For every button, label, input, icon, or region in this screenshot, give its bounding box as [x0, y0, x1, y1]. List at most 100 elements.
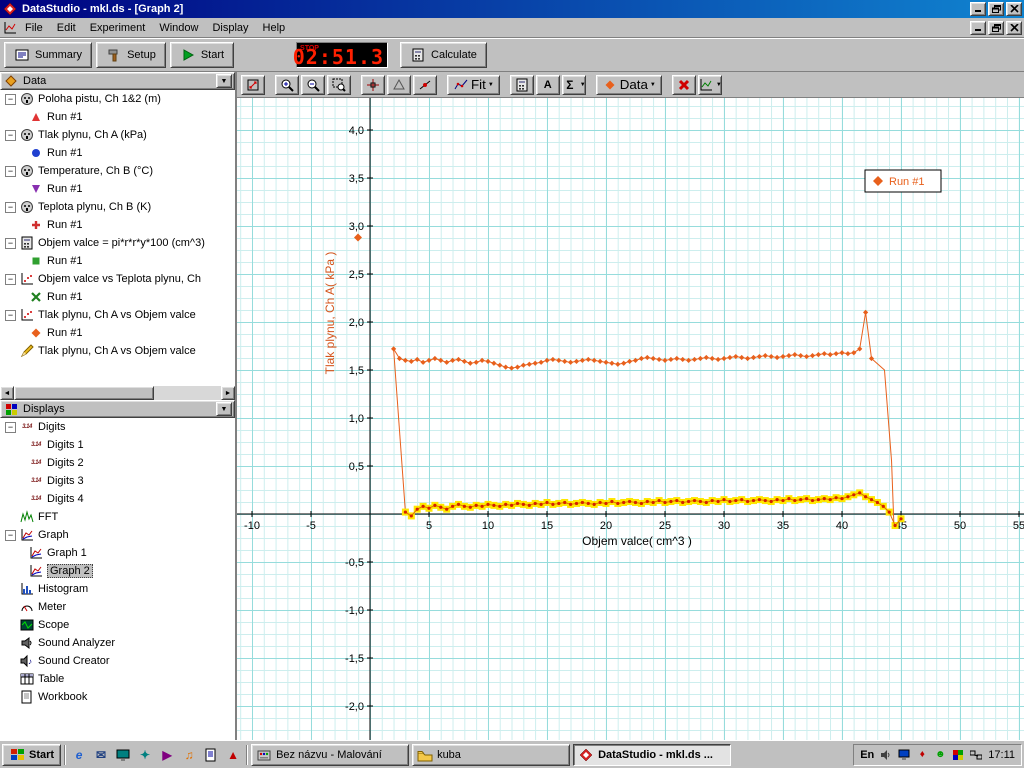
expand-box[interactable]: − — [5, 238, 16, 249]
graph-settings-button[interactable]: ▼ — [698, 75, 722, 95]
hscroll-right-button[interactable]: ► — [221, 386, 235, 400]
display-item[interactable]: −Graph — [0, 526, 235, 544]
menu-experiment[interactable]: Experiment — [83, 19, 153, 37]
start-menu-button[interactable]: Start — [2, 744, 61, 766]
summary-button[interactable]: Summary — [4, 42, 92, 68]
hscroll-left-button[interactable]: ◄ — [0, 386, 14, 400]
display-label: Table — [38, 673, 64, 685]
scale-to-fit-button[interactable] — [241, 75, 265, 95]
tray-network-icon[interactable] — [968, 748, 984, 762]
display-child-item[interactable]: Graph 2 — [0, 562, 235, 580]
restore-button[interactable] — [988, 2, 1004, 16]
display-child-item[interactable]: 3.14Digits 3 — [0, 472, 235, 490]
fit-menu-button[interactable]: Fit▼ — [447, 75, 500, 95]
zoom-select-button[interactable] — [327, 75, 351, 95]
display-item[interactable]: −3.14Digits — [0, 418, 235, 436]
display-item[interactable]: FFT — [0, 508, 235, 526]
zoom-out-button[interactable] — [301, 75, 325, 95]
run-item[interactable]: Run #1 — [0, 144, 235, 162]
expand-box[interactable]: − — [5, 530, 16, 541]
hscroll-thumb[interactable] — [14, 386, 154, 400]
data-source-item[interactable]: −Temperature, Ch B (°C) — [0, 162, 235, 180]
quick-launch-desktop-icon[interactable] — [113, 745, 133, 765]
run-item[interactable]: Run #1 — [0, 288, 235, 306]
expand-box[interactable]: − — [5, 202, 16, 213]
tray-messenger-icon[interactable]: ☻ — [932, 748, 948, 762]
task-button[interactable]: DataStudio - mkl.ds ... — [573, 744, 731, 766]
data-source-item[interactable]: −Teplota plynu, Ch B (K) — [0, 198, 235, 216]
expand-box[interactable]: − — [5, 310, 16, 321]
menu-display[interactable]: Display — [205, 19, 255, 37]
run-item[interactable]: Run #1 — [0, 252, 235, 270]
delete-button[interactable] — [672, 75, 696, 95]
display-item[interactable]: Meter — [0, 598, 235, 616]
expand-box[interactable]: − — [5, 422, 16, 433]
quick-launch-ie-icon[interactable]: e — [69, 745, 89, 765]
child-restore-button[interactable] — [988, 21, 1004, 35]
display-child-item[interactable]: Graph 1 — [0, 544, 235, 562]
quick-launch-outlook-icon[interactable]: ✉ — [91, 745, 111, 765]
data-source-item[interactable]: −Objem valce = pi*r*r*y*100 (cm^3) — [0, 234, 235, 252]
quick-launch-winamp-icon[interactable]: ♫ — [179, 745, 199, 765]
setup-button[interactable]: Setup — [96, 42, 166, 68]
quick-launch-media-icon[interactable]: ▶ — [157, 745, 177, 765]
display-child-item[interactable]: 3.14Digits 1 — [0, 436, 235, 454]
text-tool-button[interactable]: A — [536, 75, 560, 95]
calculate-button[interactable]: Calculate — [400, 42, 487, 68]
expand-box[interactable]: − — [5, 166, 16, 177]
display-item[interactable]: Sound Analyzer — [0, 634, 235, 652]
child-minimize-button[interactable] — [970, 21, 986, 35]
tray-color-icon[interactable] — [950, 748, 966, 762]
task-button[interactable]: kuba — [412, 744, 570, 766]
display-item[interactable]: Histogram — [0, 580, 235, 598]
data-source-item[interactable]: −Poloha pistu, Ch 1&2 (m) — [0, 90, 235, 108]
menu-help[interactable]: Help — [256, 19, 293, 37]
display-child-item[interactable]: 3.14Digits 2 — [0, 454, 235, 472]
display-child-item[interactable]: 3.14Digits 4 — [0, 490, 235, 508]
display-item[interactable]: ♪Sound Creator — [0, 652, 235, 670]
display-item[interactable]: Workbook — [0, 688, 235, 706]
data-menu-button[interactable]: Data▼ — [596, 75, 662, 95]
expand-box[interactable]: − — [5, 274, 16, 285]
data-source-item[interactable]: Tlak plynu, Ch A vs Objem valce — [0, 342, 235, 360]
data-source-item[interactable]: −Tlak plynu, Ch A vs Objem valce — [0, 306, 235, 324]
child-close-button[interactable] — [1006, 21, 1022, 35]
displays-panel-title: Displays — [23, 403, 65, 415]
tray-volume-icon[interactable] — [878, 748, 894, 762]
expand-box[interactable]: − — [5, 94, 16, 105]
start-button[interactable]: Start — [170, 42, 234, 68]
delta-tool-button[interactable] — [387, 75, 411, 95]
menu-window[interactable]: Window — [152, 19, 205, 37]
data-source-item[interactable]: −Objem valce vs Teplota plynu, Ch — [0, 270, 235, 288]
expand-box[interactable]: − — [5, 130, 16, 141]
data-panel-dropdown-button[interactable]: ▼ — [216, 74, 232, 88]
quick-launch-notes-icon[interactable] — [201, 745, 221, 765]
run-item[interactable]: Run #1 — [0, 216, 235, 234]
quick-launch-channels-icon[interactable]: ✦ — [135, 745, 155, 765]
run-item[interactable]: Run #1 — [0, 324, 235, 342]
run-item[interactable]: Run #1 — [0, 108, 235, 126]
menu-file[interactable]: File — [18, 19, 50, 37]
minimize-button[interactable] — [970, 2, 986, 16]
zoom-in-button[interactable] — [275, 75, 299, 95]
slope-tool-button[interactable] — [413, 75, 437, 95]
tray-display-icon[interactable] — [896, 748, 912, 762]
smart-tool-button[interactable] — [361, 75, 385, 95]
graph-canvas[interactable]: -10-55101520253035404550554,03,53,02,52,… — [237, 98, 1024, 740]
graph-plot-area[interactable]: -10-55101520253035404550554,03,53,02,52,… — [237, 98, 1024, 740]
task-button[interactable]: Bez názvu - Malování — [251, 744, 409, 766]
display-item[interactable]: Table — [0, 670, 235, 688]
data-source-item[interactable]: −Tlak plynu, Ch A (kPa) — [0, 126, 235, 144]
calculate-tool-button[interactable] — [510, 75, 534, 95]
run-item[interactable]: Run #1 — [0, 180, 235, 198]
close-button[interactable] — [1006, 2, 1022, 16]
quick-launch-acrobat-icon[interactable]: ▲ — [223, 745, 243, 765]
keyboard-layout-indicator[interactable]: En — [860, 749, 874, 761]
menu-edit[interactable]: Edit — [50, 19, 83, 37]
displays-panel-dropdown-button[interactable]: ▼ — [216, 402, 232, 416]
hscroll-track[interactable] — [154, 386, 221, 400]
tray-shield-icon[interactable]: ♦ — [914, 748, 930, 762]
legend[interactable]: Run #1 — [865, 170, 941, 192]
display-item[interactable]: Scope — [0, 616, 235, 634]
statistics-menu-button[interactable]: Σ▼ — [562, 75, 586, 95]
